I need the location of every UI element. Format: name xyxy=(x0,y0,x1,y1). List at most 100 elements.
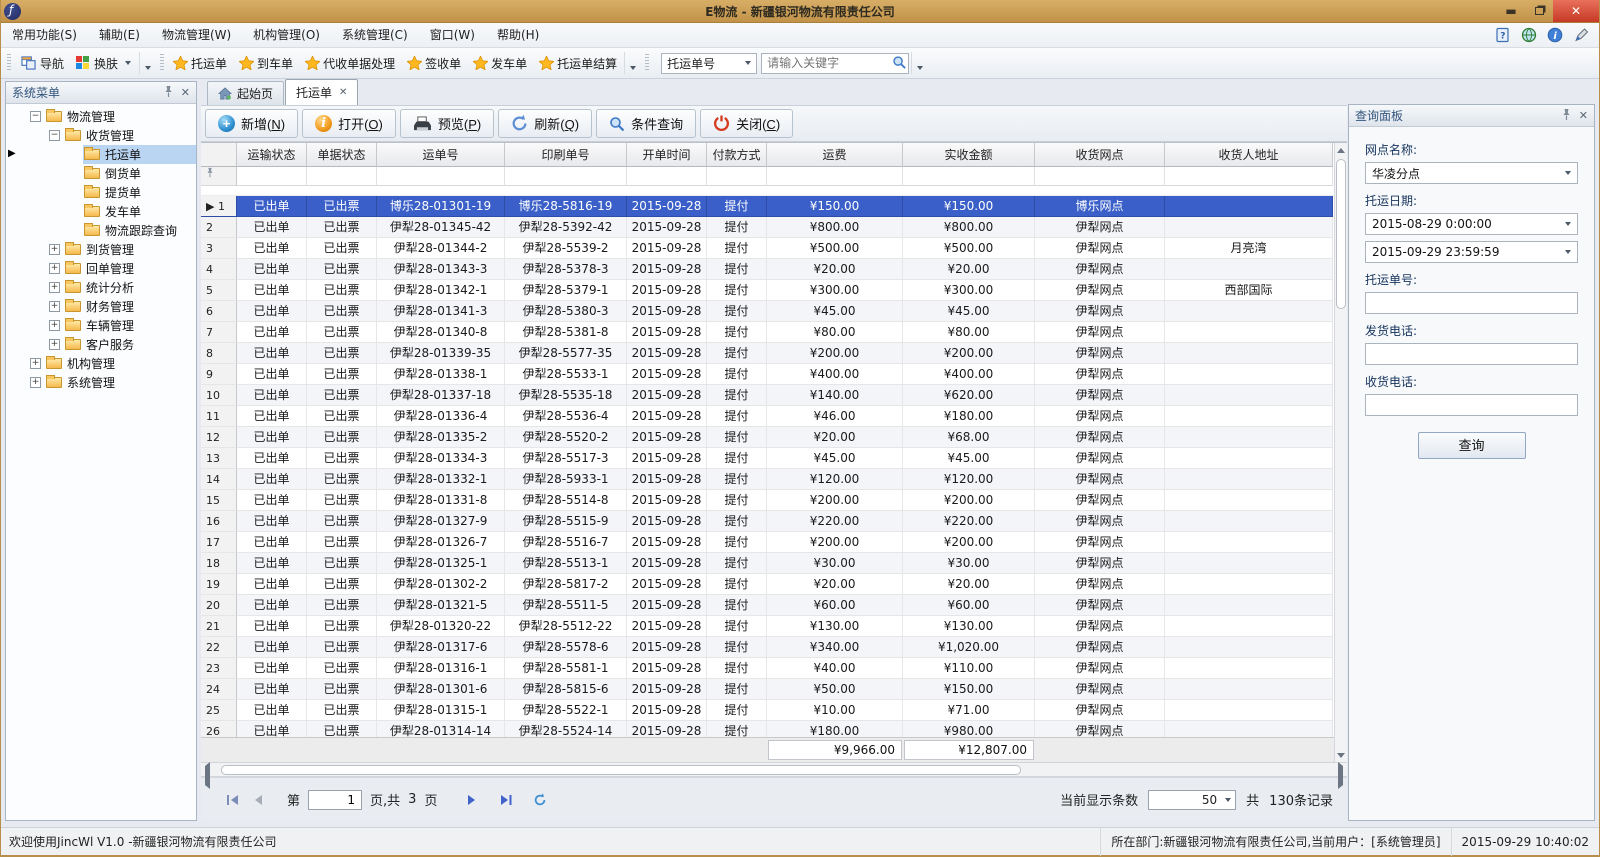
grid-filter-cell[interactable] xyxy=(377,167,505,186)
grid-horizontal-scrollbar[interactable] xyxy=(201,762,1347,777)
preview-button[interactable]: 预览(P) xyxy=(400,109,494,138)
help-book-icon[interactable]: ? xyxy=(1494,27,1511,44)
tree-node-body[interactable]: 系统管理 xyxy=(45,373,196,392)
tree-item[interactable]: 托运单 xyxy=(6,145,196,164)
grid-filter-cell[interactable] xyxy=(707,167,767,186)
table-row[interactable]: 13已出单已出票伊犁28-01334-3伊犁28-5517-32015-09-2… xyxy=(201,448,1334,469)
table-row[interactable]: ▶ 1已出单已出票博乐28-01301-19博乐28-5816-192015-0… xyxy=(201,196,1334,217)
table-row[interactable]: 17已出单已出票伊犁28-01326-7伊犁28-5516-72015-09-2… xyxy=(201,532,1334,553)
grid-header-cell[interactable] xyxy=(201,143,237,167)
tree-item[interactable]: +财务管理 xyxy=(6,297,196,316)
query-button[interactable]: 查询 xyxy=(1418,432,1526,459)
grid-filter-cell[interactable] xyxy=(903,167,1035,186)
table-row[interactable]: 19已出单已出票伊犁28-01302-2伊犁28-5817-22015-09-2… xyxy=(201,574,1334,595)
expand-icon[interactable]: + xyxy=(49,320,60,331)
tree-item[interactable]: 物流跟踪查询 xyxy=(6,221,196,240)
toolbar-grip[interactable] xyxy=(160,54,164,72)
grid-filter-cell[interactable] xyxy=(627,167,707,186)
search-overflow-button[interactable] xyxy=(911,52,924,74)
minimize-button[interactable]: ▬ xyxy=(1497,0,1525,22)
table-row[interactable]: 5已出单已出票伊犁28-01342-1伊犁28-5379-12015-09-28… xyxy=(201,280,1334,301)
info-icon[interactable]: i xyxy=(1546,27,1563,44)
expand-icon[interactable]: + xyxy=(49,263,60,274)
tree-node-body[interactable]: 财务管理 xyxy=(64,297,196,316)
page-size-selector[interactable]: 50 xyxy=(1148,790,1236,810)
scroll-up-icon[interactable] xyxy=(1335,143,1347,157)
grid-filter-cell[interactable] xyxy=(1035,167,1165,186)
grid-header-cell[interactable]: 运单号 xyxy=(377,143,505,167)
collapse-icon[interactable]: − xyxy=(49,130,60,141)
grid-filter-cell[interactable] xyxy=(237,167,307,186)
favorite-item[interactable]: 代收单据处理 xyxy=(300,53,400,74)
table-row[interactable]: 3已出单已出票伊犁28-01344-2伊犁28-5539-22015-09-28… xyxy=(201,238,1334,259)
tree-item[interactable]: 提货单 xyxy=(6,183,196,202)
branch-selector[interactable]: 华凌分点 xyxy=(1365,162,1578,184)
table-row[interactable]: 16已出单已出票伊犁28-01327-9伊犁28-5515-92015-09-2… xyxy=(201,511,1334,532)
tree-item[interactable]: 发车单 xyxy=(6,202,196,221)
table-row[interactable]: 14已出单已出票伊犁28-01332-1伊犁28-5933-12015-09-2… xyxy=(201,469,1334,490)
condition-query-button[interactable]: 条件查询 xyxy=(596,109,696,138)
menu-item[interactable]: 常用功能(S) xyxy=(1,23,88,48)
search-field-selector[interactable]: 托运单号 xyxy=(661,53,757,74)
sender-phone-input[interactable] xyxy=(1365,343,1578,365)
expand-icon[interactable]: + xyxy=(30,377,41,388)
tree-node-body[interactable]: 统计分析 xyxy=(64,278,196,297)
open-button[interactable]: i打开(O) xyxy=(302,109,396,138)
tree-node-body[interactable]: 机构管理 xyxy=(45,354,196,373)
table-row[interactable]: 20已出单已出票伊犁28-01321-5伊犁28-5511-52015-09-2… xyxy=(201,595,1334,616)
grid-new-row[interactable] xyxy=(201,186,1334,196)
table-row[interactable]: 7已出单已出票伊犁28-01340-8伊犁28-5381-82015-09-28… xyxy=(201,322,1334,343)
grid-filter-cell[interactable] xyxy=(201,167,237,186)
tree-item[interactable]: −物流管理 xyxy=(6,107,196,126)
page-number-input[interactable] xyxy=(308,790,362,810)
favorite-item[interactable]: 签收单 xyxy=(402,53,466,74)
menu-item[interactable]: 物流管理(W) xyxy=(151,23,242,48)
menu-item[interactable]: 帮助(H) xyxy=(486,23,550,48)
refresh-page-icon[interactable] xyxy=(527,793,553,807)
tree-item[interactable]: +到货管理 xyxy=(6,240,196,259)
grid-header-cell[interactable]: 实收金额 xyxy=(903,143,1035,167)
tree-item[interactable]: + 机构管理 xyxy=(6,354,196,373)
collapse-icon[interactable]: − xyxy=(30,111,41,122)
table-row[interactable]: 18已出单已出票伊犁28-01325-1伊犁28-5513-12015-09-2… xyxy=(201,553,1334,574)
tab-home[interactable]: 起始页 xyxy=(207,81,284,105)
favorite-item[interactable]: 托运单 xyxy=(168,53,232,74)
date-from-selector[interactable]: 2015-08-29 0:00:00 xyxy=(1365,213,1578,235)
close-tab-button[interactable]: 关闭(C) xyxy=(700,109,793,138)
table-row[interactable]: 10已出单已出票伊犁28-01337-18伊犁28-5535-182015-09… xyxy=(201,385,1334,406)
navigation-button[interactable]: 导航 xyxy=(15,53,70,74)
tree-item[interactable]: 倒货单 xyxy=(6,164,196,183)
scroll-left-icon[interactable] xyxy=(205,766,210,785)
tree-item[interactable]: +回单管理 xyxy=(6,259,196,278)
date-to-selector[interactable]: 2015-09-29 23:59:59 xyxy=(1365,241,1578,263)
grid-header-cell[interactable]: 运输状态 xyxy=(237,143,307,167)
grid-filter-cell[interactable] xyxy=(1165,167,1333,186)
grid-header-cell[interactable]: 开单时间 xyxy=(627,143,707,167)
close-panel-icon[interactable]: ✕ xyxy=(181,86,190,99)
globe-icon[interactable] xyxy=(1520,27,1537,44)
table-row[interactable]: 12已出单已出票伊犁28-01335-2伊犁28-5520-22015-09-2… xyxy=(201,427,1334,448)
expand-icon[interactable]: + xyxy=(30,358,41,369)
scrollbar-thumb[interactable] xyxy=(221,765,1021,775)
table-row[interactable]: 4已出单已出票伊犁28-01343-3伊犁28-5378-32015-09-28… xyxy=(201,259,1334,280)
scrollbar-thumb[interactable] xyxy=(1336,159,1346,309)
menu-item[interactable]: 辅助(E) xyxy=(88,23,151,48)
tree-node-body[interactable]: 车辆管理 xyxy=(64,316,196,335)
search-icon[interactable] xyxy=(892,55,907,74)
tree-node-body[interactable]: 物流管理 xyxy=(45,107,196,126)
expand-icon[interactable]: + xyxy=(49,244,60,255)
table-row[interactable]: 15已出单已出票伊犁28-01331-8伊犁28-5514-82015-09-2… xyxy=(201,490,1334,511)
grid-filter-cell[interactable] xyxy=(307,167,377,186)
table-row[interactable]: 11已出单已出票伊犁28-01336-4伊犁28-5536-42015-09-2… xyxy=(201,406,1334,427)
table-row[interactable]: 21已出单已出票伊犁28-01320-22伊犁28-5512-222015-09… xyxy=(201,616,1334,637)
tree-node-body[interactable]: 收货管理 xyxy=(64,126,196,145)
toolbar-overflow-button[interactable] xyxy=(139,52,152,74)
tree-node-body[interactable]: 倒货单 xyxy=(83,164,196,183)
tree-item[interactable]: + 系统管理 xyxy=(6,373,196,392)
grid-header-cell[interactable]: 收货网点 xyxy=(1035,143,1165,167)
grid-header-cell[interactable]: 收货人地址 xyxy=(1165,143,1333,167)
table-row[interactable]: 2已出单已出票伊犁28-01345-42伊犁28-5392-422015-09-… xyxy=(201,217,1334,238)
grid-header-cell[interactable]: 单据状态 xyxy=(307,143,377,167)
table-row[interactable]: 22已出单已出票伊犁28-01317-6伊犁28-5578-62015-09-2… xyxy=(201,637,1334,658)
tree-item[interactable]: + 车辆管理 xyxy=(6,316,196,335)
